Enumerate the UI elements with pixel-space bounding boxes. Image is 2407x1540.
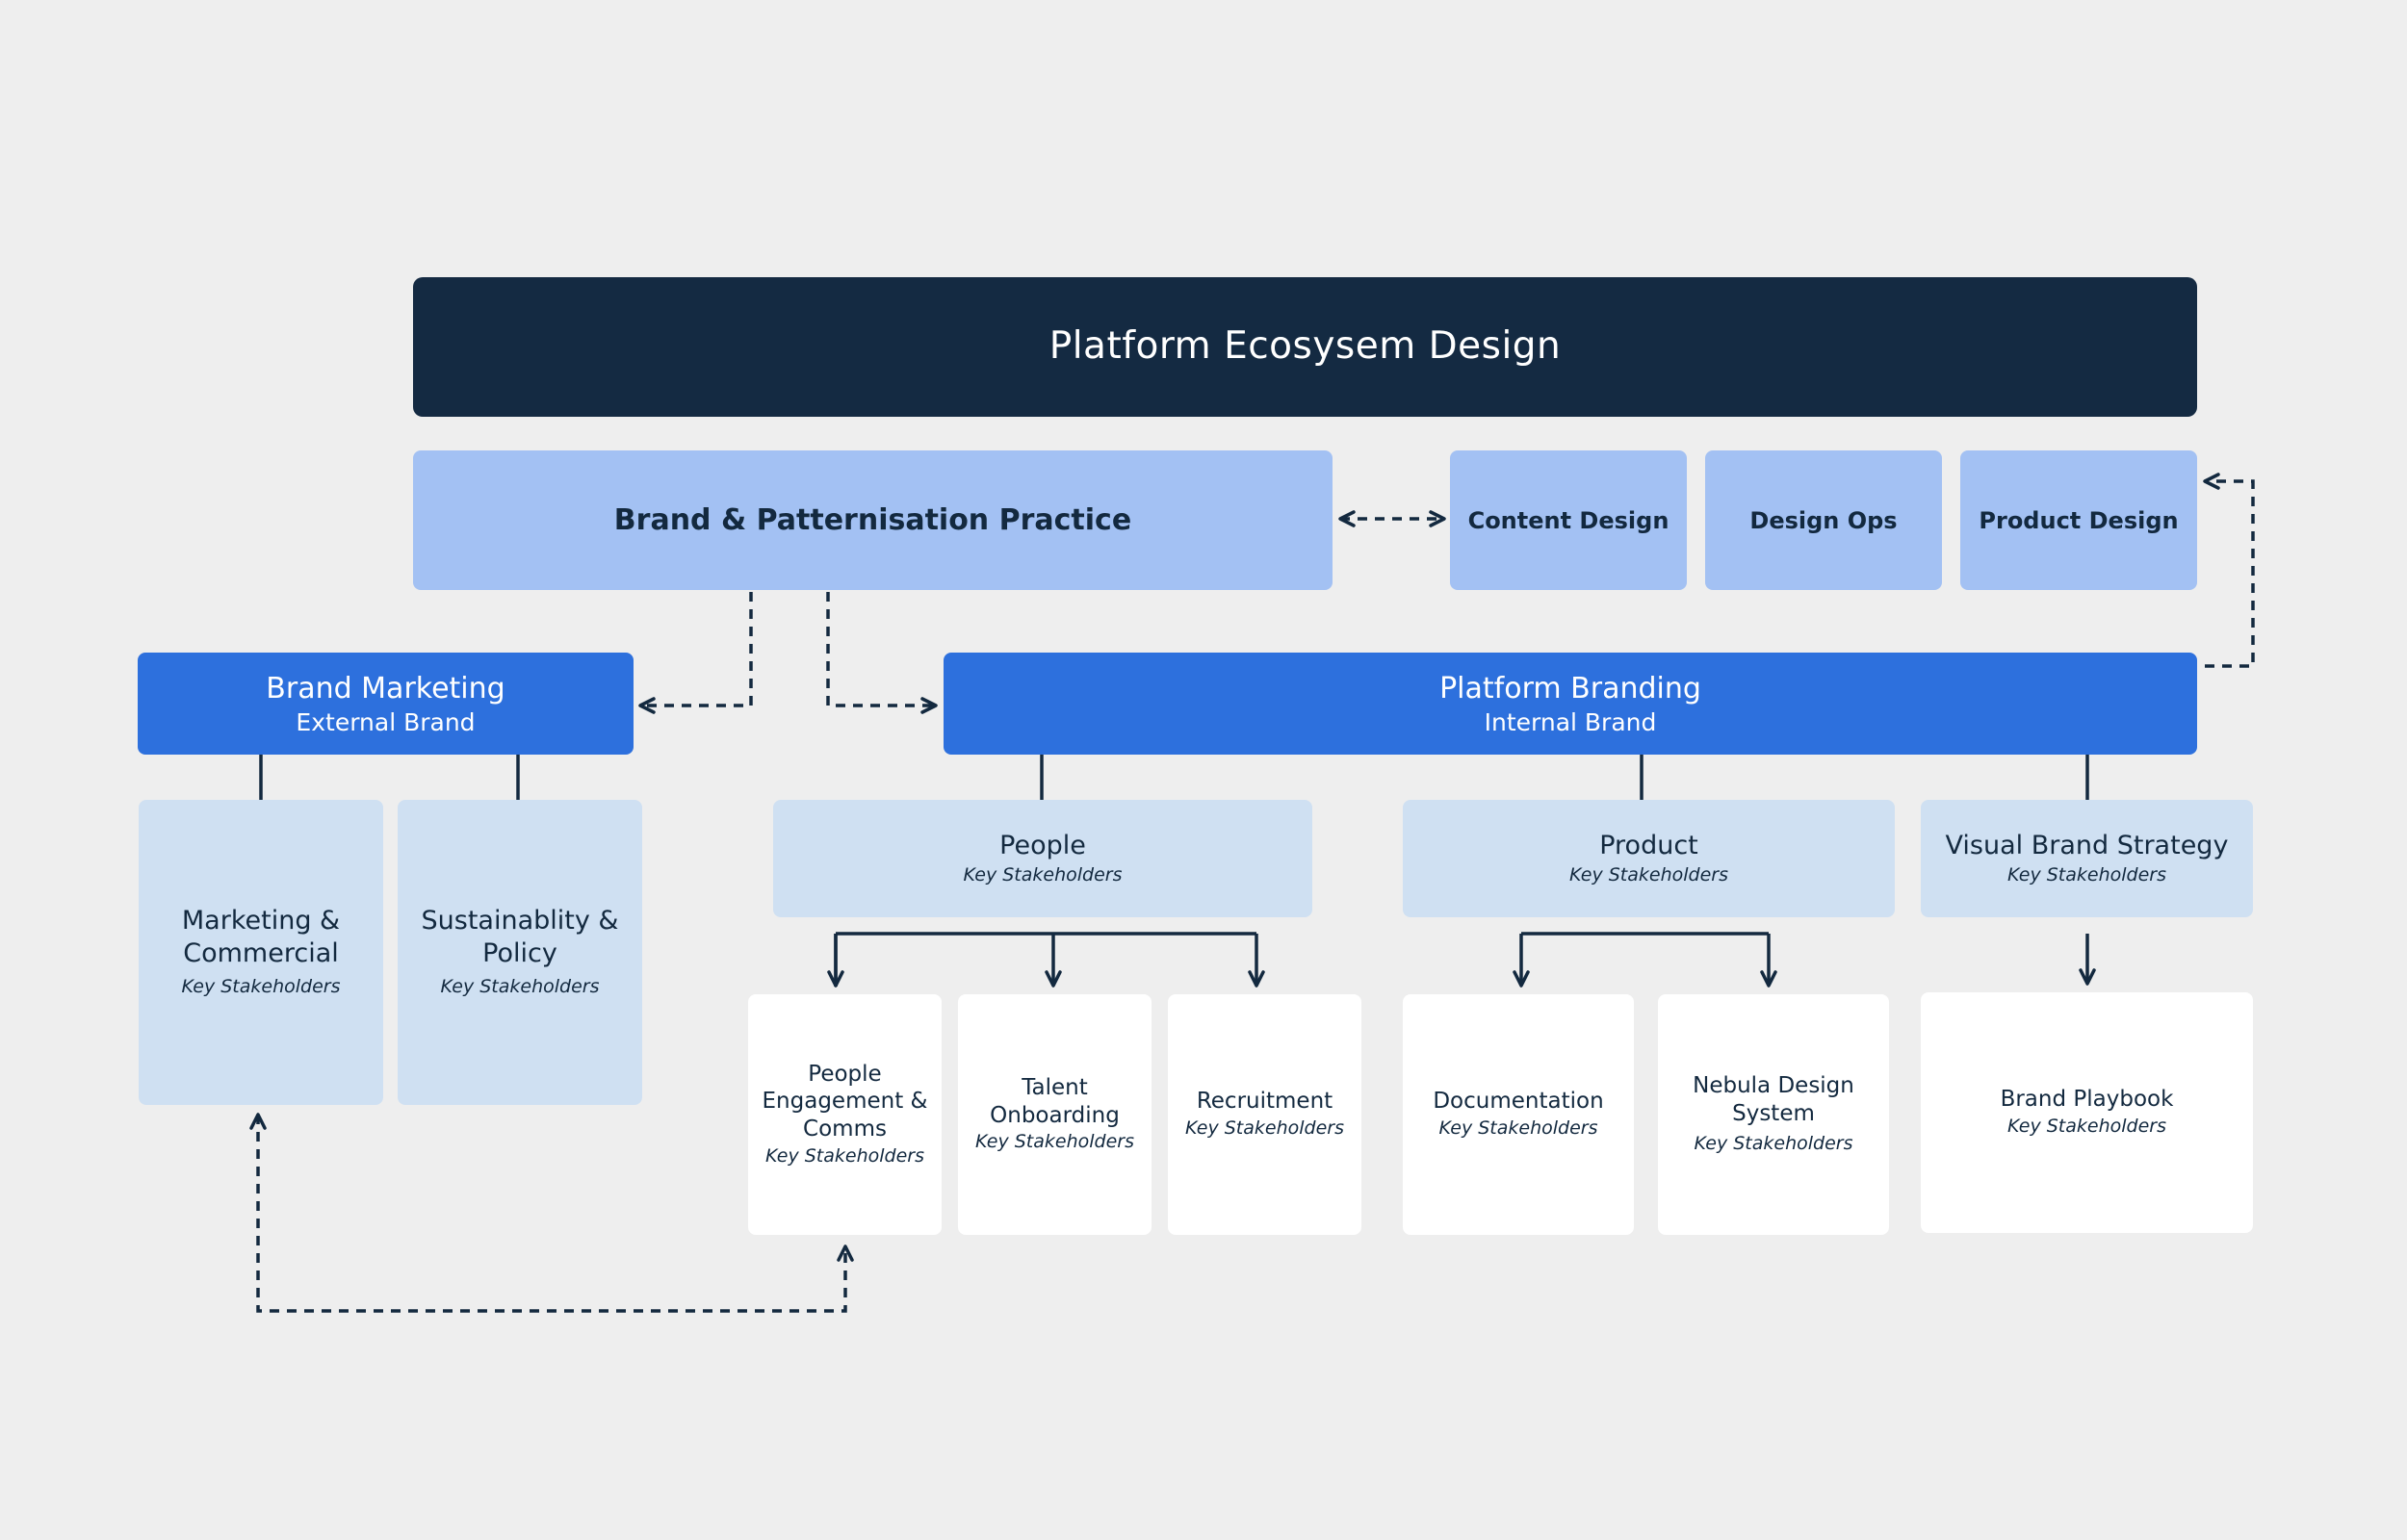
group-node-subtitle: Key Stakeholders (963, 863, 1123, 886)
leaf-node-people-engagement-comms: People Engagement & Comms Key Stakeholde… (748, 994, 942, 1235)
peer-node-title: Design Ops (1749, 506, 1898, 534)
group-node-product: Product Key Stakeholders (1403, 800, 1895, 917)
practice-platform-branding-dashed-connector (826, 592, 938, 714)
platform-branding-tree-lines (1040, 755, 2089, 800)
connector-layer (249, 473, 2255, 1313)
leaf-node-title: Talent Onboarding (990, 1074, 1120, 1128)
group-node-subtitle: Key Stakeholders (1568, 863, 1728, 886)
group-node-people: People Key Stakeholders (773, 800, 1312, 917)
product-design-platform-dashed-connector (2203, 473, 2255, 668)
group-node-marketing-commercial: Marketing & Commercial Key Stakeholders (139, 800, 383, 1105)
peer-node-design-ops: Design Ops (1705, 450, 1942, 590)
peer-node-product-design: Product Design (1960, 450, 2197, 590)
division-node-subtitle: External Brand (296, 708, 476, 737)
group-node-subtitle: Key Stakeholders (440, 975, 600, 997)
group-node-title: Sustainablity & Policy (421, 906, 619, 969)
root-node-title: Platform Ecosysem Design (1048, 324, 1562, 369)
practice-node-title: Brand & Patternisation Practice (613, 502, 1132, 537)
leaf-node-title: Documentation (1433, 1089, 1604, 1115)
group-node-title: People (999, 830, 1086, 860)
practice-brand-marketing-dashed-connector (638, 592, 753, 714)
group-node-title: Marketing & Commercial (181, 906, 341, 969)
group-node-subtitle: Key Stakeholders (2006, 863, 2166, 886)
leaf-node-subtitle: Key Stakeholders (974, 1131, 1134, 1153)
division-node-title: Brand Marketing (266, 671, 505, 706)
group-node-sustainability-policy: Sustainablity & Policy Key Stakeholders (398, 800, 642, 1105)
leaf-node-title: Nebula Design System (1693, 1072, 1854, 1126)
leaf-node-brand-playbook: Brand Playbook Key Stakeholders (1921, 992, 2253, 1233)
brand-marketing-tree-lines (259, 755, 520, 800)
leaf-node-documentation: Documentation Key Stakeholders (1403, 994, 1634, 1235)
division-node-title: Platform Branding (1439, 671, 1701, 706)
leaf-node-subtitle: Key Stakeholders (764, 1144, 924, 1167)
root-node-platform-ecosystem-design: Platform Ecosysem Design (413, 277, 2197, 417)
peer-node-content-design: Content Design (1450, 450, 1687, 590)
division-node-platform-branding: Platform Branding Internal Brand (944, 653, 2197, 755)
group-node-visual-brand-strategy: Visual Brand Strategy Key Stakeholders (1921, 800, 2253, 917)
peer-node-title: Content Design (1467, 506, 1669, 534)
group-node-title: Visual Brand Strategy (1945, 830, 2229, 860)
practice-node: Brand & Patternisation Practice (413, 450, 1333, 590)
leaf-node-subtitle: Key Stakeholders (1694, 1133, 1853, 1155)
division-node-brand-marketing: Brand Marketing External Brand (138, 653, 634, 755)
leaf-node-nebula-design-system: Nebula Design System Key Stakeholders (1658, 994, 1889, 1235)
leaf-node-subtitle: Key Stakeholders (1438, 1117, 1598, 1140)
group-node-title: Product (1599, 830, 1698, 860)
leaf-node-title: Recruitment (1196, 1089, 1333, 1115)
leaf-node-title: Brand Playbook (2000, 1087, 2174, 1113)
leaf-node-title: People Engagement & Comms (762, 1061, 928, 1142)
leaf-node-recruitment: Recruitment Key Stakeholders (1168, 994, 1361, 1235)
peer-node-title: Product Design (1979, 506, 2179, 534)
group-node-subtitle: Key Stakeholders (181, 975, 341, 997)
leaf-node-talent-onboarding: Talent Onboarding Key Stakeholders (958, 994, 1152, 1235)
leaf-node-subtitle: Key Stakeholders (2006, 1116, 2166, 1138)
division-node-subtitle: Internal Brand (1484, 708, 1657, 737)
leaf-node-subtitle: Key Stakeholders (1184, 1117, 1344, 1140)
